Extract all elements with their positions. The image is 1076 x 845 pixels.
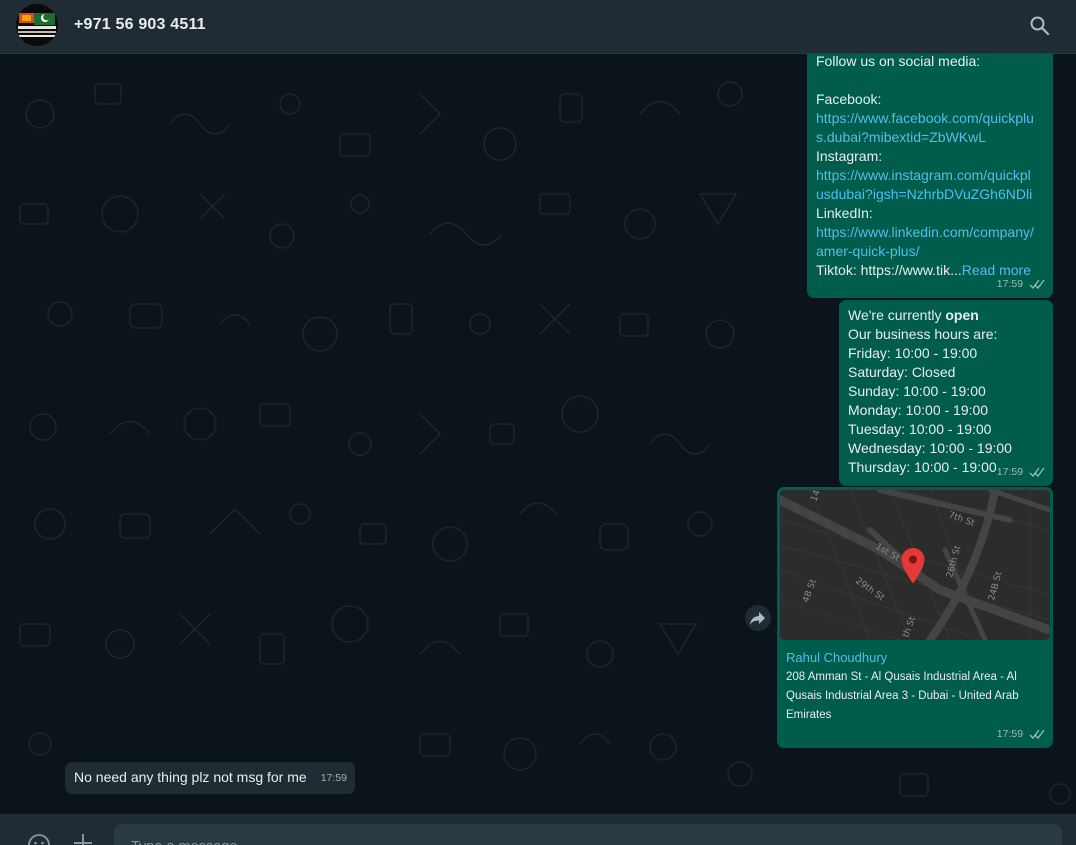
double-check-icon (1029, 279, 1045, 289)
message-list[interactable]: Follow us on social media: Facebook: htt… (0, 54, 1076, 814)
message-time: 17:59 (320, 772, 347, 784)
open-status-prefix: We're currently (848, 307, 946, 323)
contact-avatar[interactable] (16, 4, 58, 46)
outgoing-message-social-links[interactable]: Follow us on social media: Facebook: htt… (807, 54, 1053, 298)
open-status-word: open (945, 307, 979, 323)
message-time: 17:59 (996, 728, 1024, 740)
message-composer (0, 814, 1076, 845)
search-icon[interactable] (1028, 14, 1052, 38)
location-map-preview[interactable]: 14 7th St 1st St 26th St 24B St 4B St 29… (780, 490, 1050, 640)
open-status-line: We're currently open (848, 306, 1044, 325)
hours-day-friday: Friday: 10:00 - 19:00 (848, 345, 978, 361)
outgoing-message-location[interactable]: 14 7th St 1st St 26th St 24B St 4B St 29… (777, 487, 1053, 748)
linkedin-link-line-1[interactable]: https://www.linkedin.com/company/ (816, 223, 1044, 242)
message-text: Follow us on social media: (816, 54, 981, 69)
incoming-message[interactable]: No need any thing plz not msg for me 17:… (65, 762, 355, 794)
linkedin-link-line-2[interactable]: amer-quick-plus/ (816, 242, 1044, 261)
facebook-label: Facebook: (816, 91, 882, 107)
hours-day-monday: Monday: 10:00 - 19:00 (848, 402, 989, 418)
instagram-link-line-2[interactable]: usdubai?igsh=NzhrbDVuZGh6NDli (816, 185, 1044, 204)
hours-day-wednesday: Wednesday: 10:00 - 19:00 (848, 440, 1012, 456)
contact-name[interactable]: +971 56 903 4511 (74, 16, 206, 34)
location-address-line-2: Qusais Industrial Area 3 - Dubai - Unite… (786, 690, 1019, 702)
hours-day-tuesday: Tuesday: 10:00 - 19:00 (848, 421, 992, 437)
hours-day-sunday: Sunday: 10:00 - 19:00 (848, 383, 986, 399)
forward-icon[interactable] (745, 605, 771, 631)
double-check-icon (1029, 467, 1045, 477)
message-input[interactable] (114, 824, 1062, 845)
whatsapp-chat-window: +971 56 903 4511 Follow us on social med… (0, 0, 1076, 845)
avatar-flag-image (16, 4, 58, 46)
location-address: 208 Amman St - Al Qusais Industrial Area… (786, 668, 1042, 725)
hours-intro: Our business hours are: (848, 326, 998, 342)
tiktok-text: Tiktok: https://www.tik... (816, 262, 962, 278)
instagram-link-line-1[interactable]: https://www.instagram.com/quickpl (816, 166, 1044, 185)
message-time: 17:59 (996, 278, 1024, 290)
message-time: 17:59 (996, 466, 1024, 478)
emoji-icon[interactable] (27, 833, 51, 845)
location-address-line-1: 208 Amman St - Al Qusais Industrial Area… (786, 671, 1017, 683)
instagram-link[interactable]: https://www.instagram.com/quickpl usduba… (816, 166, 1044, 204)
message-meta: 17:59 (997, 275, 1045, 294)
linkedin-link[interactable]: https://www.linkedin.com/company/ amer-q… (816, 223, 1044, 261)
outgoing-message-business-hours[interactable]: We're currently open Our business hours … (839, 300, 1053, 486)
message-meta: 17:59 (997, 463, 1045, 482)
facebook-link[interactable]: https://www.facebook.com/quickplu s.duba… (816, 109, 1044, 147)
instagram-label: Instagram: (816, 148, 883, 164)
message-meta: 17:59 (997, 725, 1045, 744)
location-name-link[interactable]: Rahul Choudhury (786, 649, 1050, 666)
linkedin-label: LinkedIn: (816, 205, 873, 221)
facebook-link-line-2[interactable]: s.dubai?mibextid=ZbWKwL (816, 128, 1044, 147)
facebook-link-line-1[interactable]: https://www.facebook.com/quickplu (816, 109, 1044, 128)
chat-header: +971 56 903 4511 (0, 0, 1076, 54)
double-check-icon (1029, 729, 1045, 739)
map-image: 14 7th St 1st St 26th St 24B St 4B St 29… (780, 490, 1050, 640)
hours-day-saturday: Saturday: Closed (848, 364, 956, 380)
incoming-message-text: No need any thing plz not msg for me (74, 769, 307, 785)
plus-icon[interactable] (72, 832, 94, 845)
location-address-line-3: Emirates (786, 709, 832, 721)
